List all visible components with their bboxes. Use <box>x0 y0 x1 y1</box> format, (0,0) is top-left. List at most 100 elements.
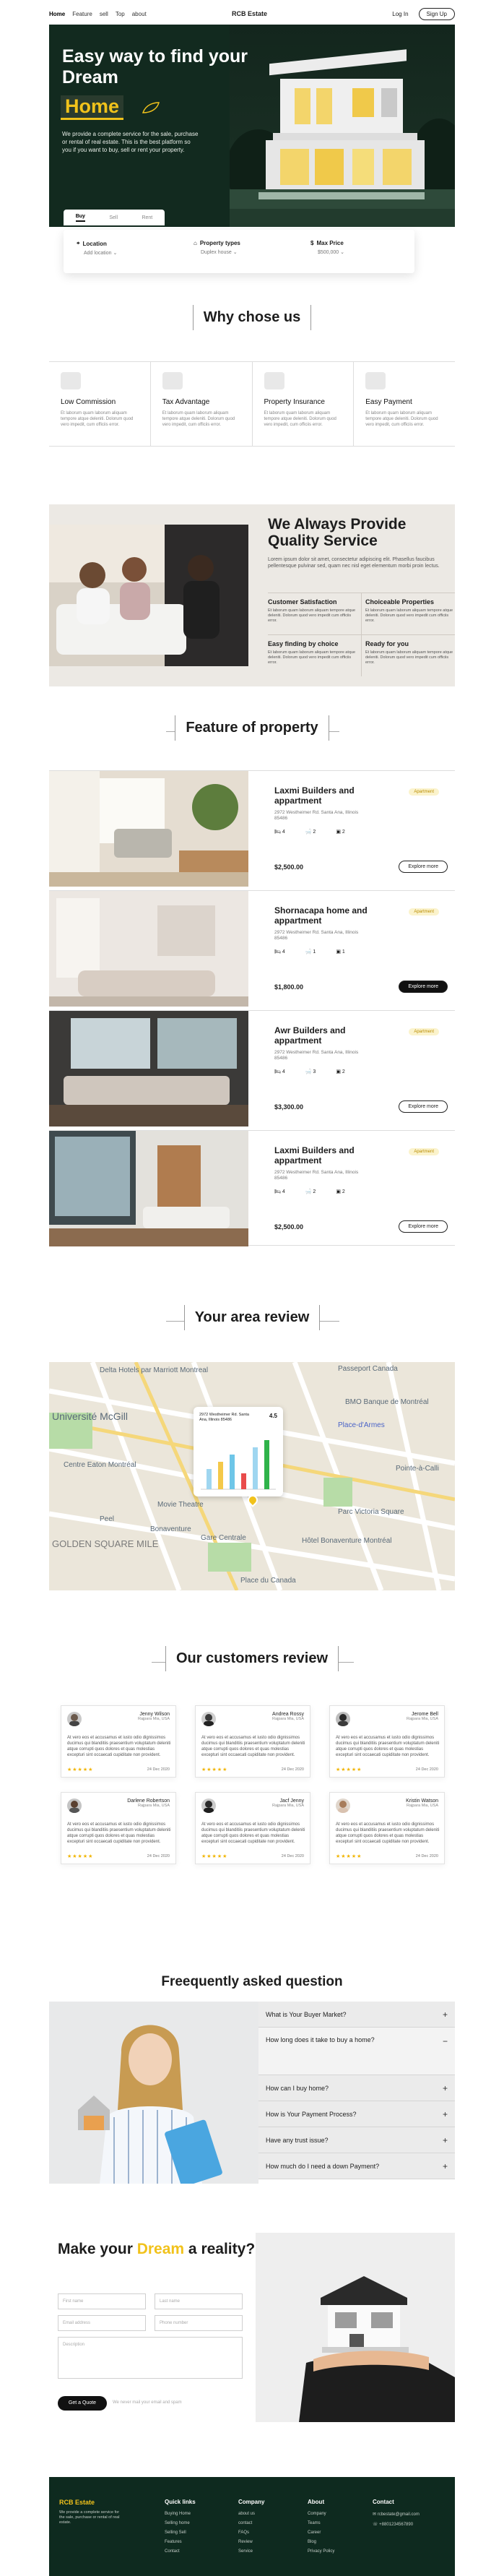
quote-note: We never mail your email and spam <box>113 2400 182 2405</box>
footer-link[interactable]: contact <box>238 2521 264 2525</box>
footer-link[interactable]: Service <box>238 2549 264 2554</box>
top-nav: Home Feature sell Top about RCB Estate L… <box>49 4 455 23</box>
nav-link-sell[interactable]: sell <box>100 11 108 17</box>
area-map[interactable]: Delta Hotels par Marriott Montreal Passe… <box>49 1362 455 1590</box>
location-select[interactable]: ⌖ Location Add location ⌄ <box>64 230 181 273</box>
footer-link[interactable]: Buying Home <box>165 2512 196 2516</box>
plus-icon[interactable]: + <box>443 2009 448 2020</box>
reviewer-name: Kristin Watson <box>406 1799 438 1804</box>
hero-highlight: Home <box>61 95 124 120</box>
bath-icon: 🛁 3 <box>305 1069 316 1074</box>
footer-link[interactable]: Contact <box>165 2549 196 2554</box>
property-address: 2972 Westheimer Rd. Santa Ana, Illinois … <box>274 1170 359 1181</box>
map-label: Movie Theatre <box>157 1501 204 1509</box>
property-photo <box>49 891 248 1007</box>
faq-item[interactable]: Have any trust issue? + <box>258 2127 455 2153</box>
nav-link-feature[interactable]: Feature <box>72 11 92 17</box>
map-label: Centre Eaton Montréal <box>64 1461 136 1469</box>
faq-item[interactable]: How can I buy home? + <box>258 2075 455 2101</box>
star-rating-icon: ★★★★★ <box>67 1767 94 1772</box>
last-name-field[interactable]: Last name <box>155 2293 243 2309</box>
signup-button[interactable]: Sign Up <box>418 7 455 20</box>
faq-item[interactable]: How much do I need a down Payment? + <box>258 2153 455 2179</box>
map-label: BMO Banque de Montréal <box>345 1398 429 1406</box>
why-section-title-wrap: Why chose us <box>0 305 504 330</box>
contact-title: Make your Dream a reality? <box>58 2240 255 2258</box>
tab-rent[interactable]: Rent <box>142 215 152 220</box>
max-price-select[interactable]: $ Max Price $500,000 ⌄ <box>297 230 414 273</box>
hero-description: We provide a complete service for the sa… <box>62 131 199 153</box>
footer: RCB Estate We provide a complete service… <box>49 2477 455 2576</box>
bath-icon: 🛁 2 <box>305 1189 316 1194</box>
first-name-field[interactable]: First name <box>58 2293 146 2309</box>
plus-icon[interactable]: + <box>443 2135 448 2145</box>
faq-question: Have any trust issue? <box>266 2136 329 2144</box>
description-field[interactable]: Description <box>58 2337 243 2379</box>
nav-link-top[interactable]: Top <box>116 11 125 17</box>
search-panel: ⌖ Location Add location ⌄ ⌂ Property types… <box>64 230 414 273</box>
footer-phone[interactable]: +8801234567890 <box>379 2523 413 2527</box>
explore-more-button[interactable]: Explore more <box>399 1220 448 1233</box>
footer-link[interactable]: Privacy Policy <box>308 2549 334 2554</box>
room-icon: ▣ 2 <box>336 1189 345 1194</box>
map-label: GOLDEN SQUARE MILE <box>52 1538 159 1549</box>
minus-icon[interactable]: − <box>443 2036 448 2046</box>
payment-icon <box>365 372 386 389</box>
faq-item[interactable]: What is Your Buyer Market? + <box>258 2002 455 2028</box>
plus-icon[interactable]: + <box>443 2109 448 2119</box>
get-quote-button[interactable]: Get a Quote <box>58 2396 107 2411</box>
explore-more-button[interactable]: Explore more <box>399 1100 448 1113</box>
brand-logo[interactable]: RCB Estate <box>232 10 267 17</box>
map-popup-card[interactable]: 2972 Westheimer Rd. Santa Ana, Illinois … <box>194 1407 283 1496</box>
footer-link[interactable]: Blog <box>308 2540 334 2544</box>
contact-title-highlight: Dream <box>136 2241 185 2257</box>
footer-link[interactable]: Selling home <box>165 2521 196 2525</box>
footer-link[interactable]: FAQs <box>238 2530 264 2535</box>
faq-item-open[interactable]: How long does it take to buy a home? − <box>258 2028 455 2075</box>
nav-link-about[interactable]: about <box>132 11 147 17</box>
tab-buy[interactable]: Buy <box>75 214 85 222</box>
property-badge: Apartment <box>409 1028 439 1035</box>
footer-link[interactable]: Selling Sell <box>165 2530 196 2535</box>
quality-item-text: Et laborum quam laborum aliquam tempore … <box>268 650 356 665</box>
nav-link-home[interactable]: Home <box>49 11 65 17</box>
chevron-down-icon: ⌄ <box>113 251 118 256</box>
quality-item-title: Choiceable Properties <box>365 598 435 606</box>
footer-email[interactable]: rcbestate@gmail.com <box>378 2512 420 2517</box>
email-field[interactable]: Email address <box>58 2315 146 2331</box>
footer-link[interactable]: Features <box>165 2540 196 2544</box>
review-text: At vero eos et accusamus et iusto odio d… <box>336 1736 440 1757</box>
footer-brand[interactable]: RCB Estate <box>59 2499 95 2506</box>
property-type-select[interactable]: ⌂ Property types Duplex house ⌄ <box>181 230 297 273</box>
footer-link[interactable]: Company <box>308 2512 334 2516</box>
explore-more-button[interactable]: Explore more <box>399 981 448 993</box>
price-label: Max Price <box>316 240 344 246</box>
faq-item[interactable]: How is Your Payment Process? + <box>258 2101 455 2127</box>
bed-count: 4 <box>282 1069 285 1074</box>
explore-more-button[interactable]: Explore more <box>399 861 448 873</box>
hero-banner: Easy way to find your Dream Home We prov… <box>49 25 455 227</box>
mail-icon: ✉ rcbestate@gmail.com <box>373 2512 420 2517</box>
plus-icon[interactable]: + <box>443 2083 448 2093</box>
reviewer-location: Rajpara Mia, USA <box>137 1717 170 1721</box>
footer-col-title: About <box>308 2499 325 2505</box>
review-text: At vero eos et accusamus et iusto odio d… <box>201 1822 305 1844</box>
quality-intro: Lorem ipsum dolor sit amet, consectetur … <box>268 557 440 569</box>
footer-link[interactable]: about us <box>238 2512 264 2516</box>
review-card: Andrea Rossy Rajpara Mia, USA At vero eos… <box>195 1705 310 1778</box>
search-tabs: Buy Sell Rent <box>64 210 165 225</box>
phone-field[interactable]: Phone number <box>155 2315 243 2331</box>
property-address: 2972 Westheimer Rd. Santa Ana, Illinois … <box>274 1050 359 1061</box>
plus-icon[interactable]: + <box>443 2161 448 2171</box>
footer-link[interactable]: Review <box>238 2540 264 2544</box>
property-price: $3,300.00 <box>274 1103 304 1111</box>
login-link[interactable]: Log In <box>392 11 408 17</box>
type-label: Property types <box>199 240 240 246</box>
footer-link[interactable]: Teams <box>308 2521 334 2525</box>
chevron-down-icon: ⌄ <box>233 250 238 255</box>
tab-sell[interactable]: Sell <box>109 215 118 220</box>
footer-link[interactable]: Career <box>308 2530 334 2535</box>
footer-quick-links: Quick links Buying Home Selling home Sel… <box>165 2499 196 2559</box>
review-text: At vero eos et accusamus et iusto odio d… <box>67 1822 171 1844</box>
review-date: 24 Dec 2020 <box>415 1767 438 1772</box>
